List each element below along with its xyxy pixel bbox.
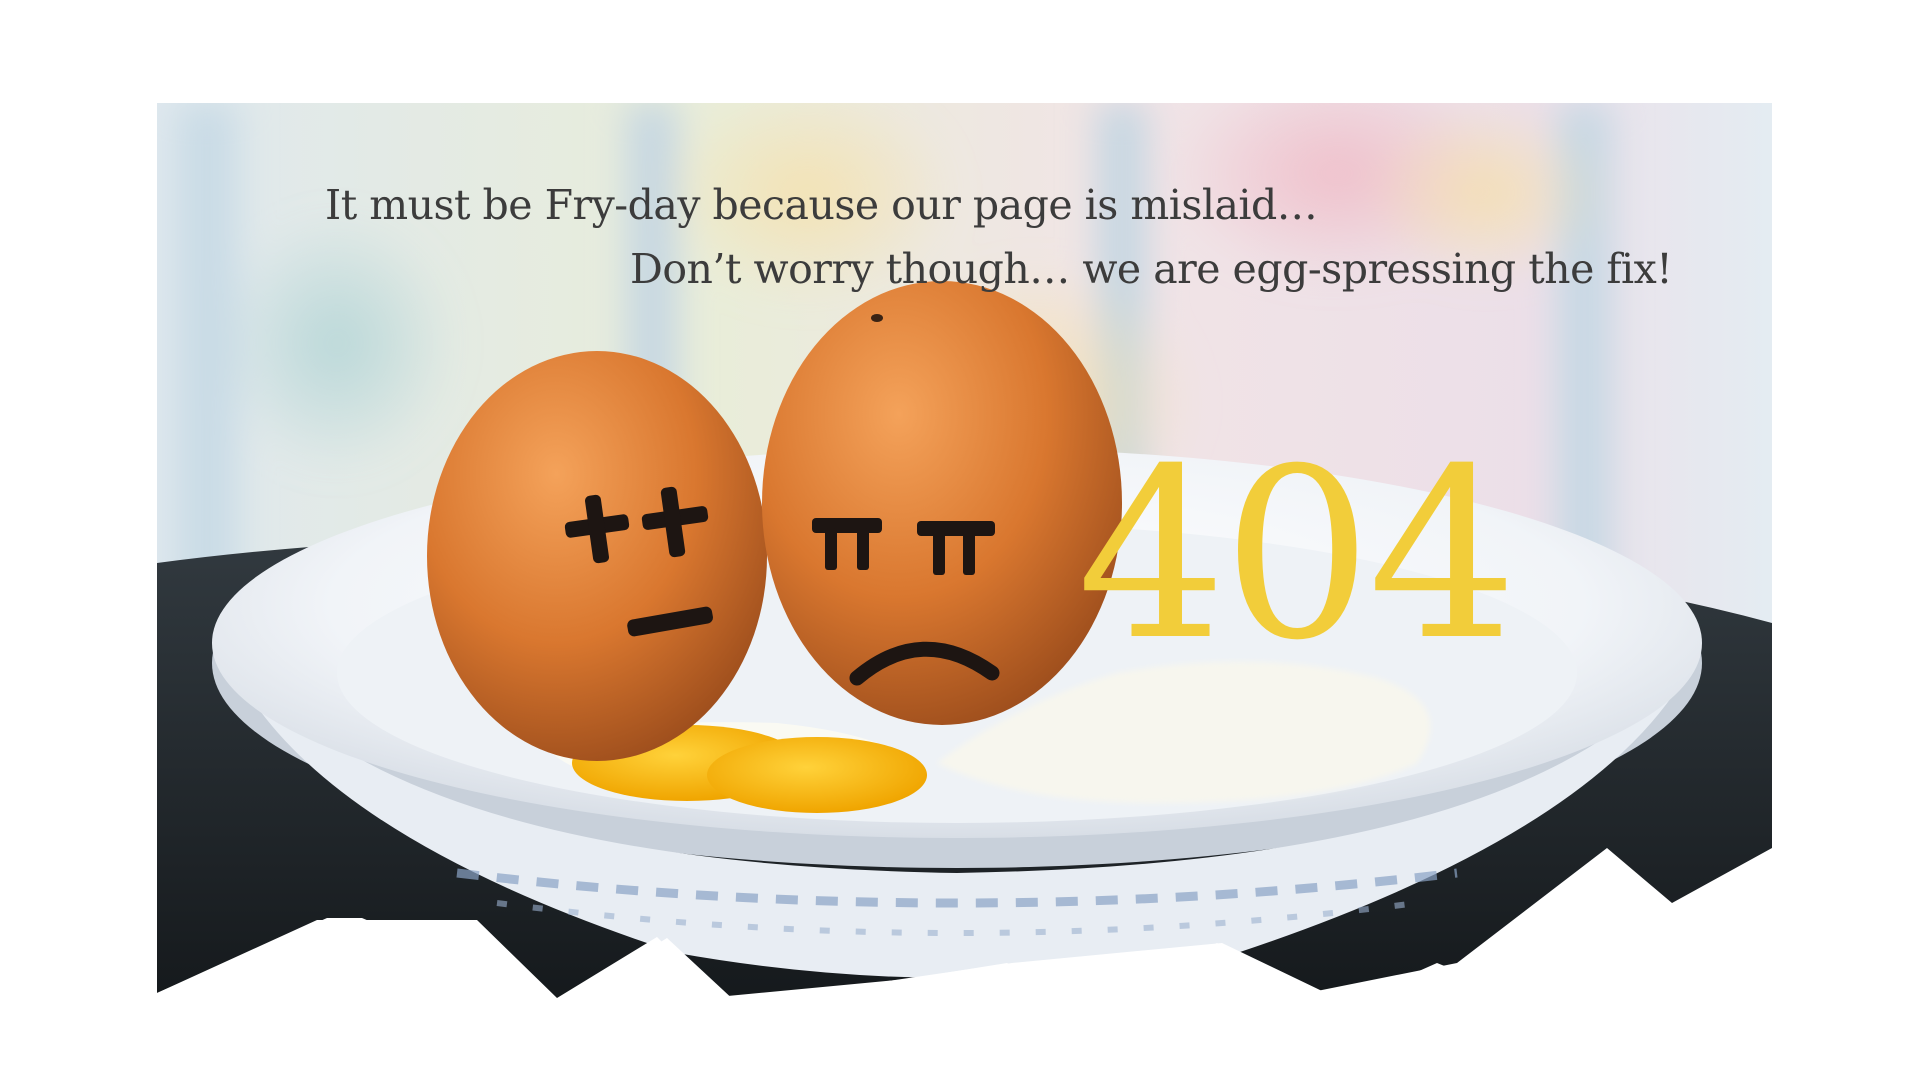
headline-line-1: It must be Fry-day because our page is m… (325, 181, 1318, 229)
left-egg (427, 351, 767, 761)
headline-line-2: Don’t worry though… we are egg-spressing… (630, 245, 1673, 293)
error-404-page: It must be Fry-day because our page is m… (0, 0, 1920, 1080)
right-egg (762, 281, 1122, 725)
yolk (707, 737, 927, 813)
eggs-on-plate-illustration (157, 103, 1772, 1003)
hero-image: It must be Fry-day because our page is m… (157, 103, 1772, 1003)
error-code-404: 404 (1077, 419, 1518, 692)
